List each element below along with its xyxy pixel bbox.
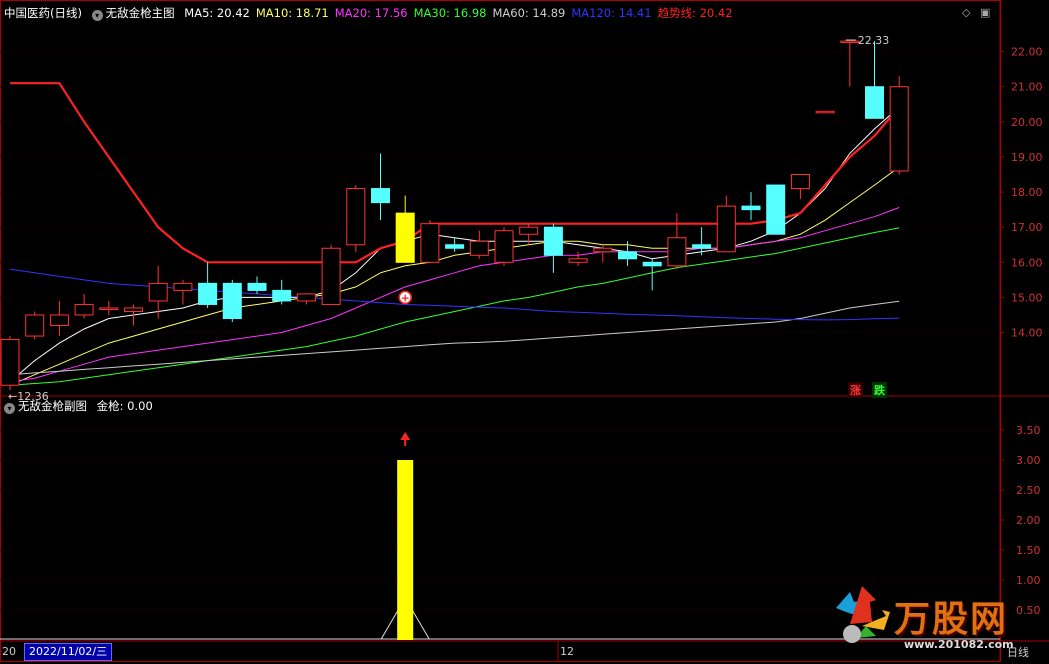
y-tick-label: 14.00 xyxy=(1011,327,1043,340)
ma-readout: MA5: 20.42 xyxy=(184,6,250,20)
ma-readout: MA10: 18.71 xyxy=(255,6,329,20)
y-tick-label: 19.00 xyxy=(1011,151,1043,164)
y-tick-label: 21.00 xyxy=(1011,81,1043,94)
ma-lines xyxy=(9,82,901,386)
candle-body xyxy=(99,307,119,310)
candle-body xyxy=(346,188,366,246)
candle-body xyxy=(222,282,242,319)
date-cut-label: 20 xyxy=(2,645,16,658)
signal-arrow-icon xyxy=(400,432,411,440)
sub-indicator-name[interactable]: 无敌金枪副图 xyxy=(18,399,87,413)
candles[interactable]: 22.33←12.36+ xyxy=(0,34,909,403)
candle-body xyxy=(25,314,45,337)
candle-body xyxy=(741,205,761,211)
watermark-brand: 万股网 xyxy=(894,599,1009,640)
ma-readout: MA60: 14.89 xyxy=(492,6,566,20)
y-tick-label: 16.00 xyxy=(1011,256,1043,269)
candle-body xyxy=(692,244,712,249)
y-tick-label: 17.00 xyxy=(1011,221,1043,234)
candle-body xyxy=(494,230,514,263)
candle-body xyxy=(371,188,390,204)
main-indicator-name[interactable]: 无敌金枪主图 xyxy=(106,6,175,20)
security-name[interactable]: 中国医药 xyxy=(4,6,50,20)
candle-body xyxy=(173,282,193,291)
watermark-url: www.201082.com xyxy=(904,638,1014,651)
candle-body xyxy=(568,258,588,263)
indicator-menu-icon[interactable]: ▾ xyxy=(91,10,103,21)
y-tick-label: 2.00 xyxy=(1016,514,1041,527)
candle-body xyxy=(618,251,637,260)
series-line-MA120 xyxy=(9,268,900,321)
candle-body xyxy=(247,282,267,291)
candle-body xyxy=(593,247,613,253)
fall-badge[interactable]: 跌 xyxy=(872,382,887,398)
rise-badge[interactable]: 涨 xyxy=(848,382,863,398)
y-tick-label: 15.00 xyxy=(1011,291,1043,304)
ma-readout: MA30: 16.98 xyxy=(413,6,487,20)
kline-chart-canvas[interactable]: 14.00 15.00 16.00 17.00 18.00 19.00 20.00 21.00… xyxy=(0,0,1049,662)
sub-chart-header: ▾ 无敌金枪副图 金枪: 0.00 xyxy=(4,397,159,415)
period-label: (日线) xyxy=(50,6,82,20)
candle-body xyxy=(148,282,168,302)
candle-body xyxy=(395,212,415,263)
series-line-MA20 xyxy=(9,207,900,383)
candle-body xyxy=(716,205,736,253)
candle-body xyxy=(420,223,440,263)
candle-body xyxy=(445,244,465,249)
candle-body xyxy=(272,289,292,302)
candle-body xyxy=(49,314,69,327)
watermark-logo: 万股网 www.201082.com xyxy=(832,582,1042,660)
candle-body xyxy=(0,339,20,386)
ma-readouts: MA5: 20.42 MA10: 18.71 MA20: 17.56 MA30: 16… xyxy=(184,6,738,20)
y-tick-label: 18.00 xyxy=(1011,186,1043,199)
cursor-date: 2022/11/02/三 xyxy=(24,643,113,661)
candle-body xyxy=(74,303,94,316)
candle-body xyxy=(889,86,909,172)
candle-body xyxy=(296,293,316,302)
candle-body xyxy=(321,247,341,305)
candle-body xyxy=(469,240,489,256)
high-price-label: 22.33 xyxy=(858,34,890,47)
signal-bar xyxy=(397,460,414,640)
candle-body xyxy=(198,282,218,305)
ma-readout: MA120: 14.41 xyxy=(571,6,652,20)
y-tick-label: 22.00 xyxy=(1011,46,1043,59)
ma-readout: MA20: 17.56 xyxy=(334,6,408,20)
candle-body xyxy=(642,261,662,267)
candle-body xyxy=(124,307,143,312)
y-tick-label: 2.50 xyxy=(1016,484,1041,497)
signal-plus-icon: + xyxy=(401,291,410,304)
indicator-menu-icon[interactable]: ▾ xyxy=(4,403,15,414)
ma-readout: 趋势线: 20.42 xyxy=(657,6,733,20)
candle-body xyxy=(865,86,884,119)
candle-body xyxy=(543,226,563,256)
candle-body xyxy=(840,40,860,44)
candle-body xyxy=(815,110,835,114)
candle-body xyxy=(667,237,687,267)
diamond-icon[interactable]: ◇ xyxy=(962,6,970,19)
candle-body xyxy=(766,184,786,235)
y-tick-label: 3.00 xyxy=(1016,454,1041,467)
window-icon[interactable]: ▣ xyxy=(980,6,990,19)
candle-body xyxy=(790,174,810,190)
sub-indicator-readout: 金枪: 0.00 xyxy=(96,399,153,413)
month-tick-label: 12 xyxy=(560,645,574,658)
candle-body xyxy=(519,226,539,235)
series-line-MA60 xyxy=(9,300,900,376)
y-tick-label: 20.00 xyxy=(1011,116,1043,129)
main-chart-header: 中国医药(日线) ▾ 无敌金枪主图 MA5: 20.42 MA10: 18.71 MA… xyxy=(4,4,745,22)
y-tick-label: 3.50 xyxy=(1016,424,1041,437)
y-tick-label: 1.50 xyxy=(1016,544,1041,557)
